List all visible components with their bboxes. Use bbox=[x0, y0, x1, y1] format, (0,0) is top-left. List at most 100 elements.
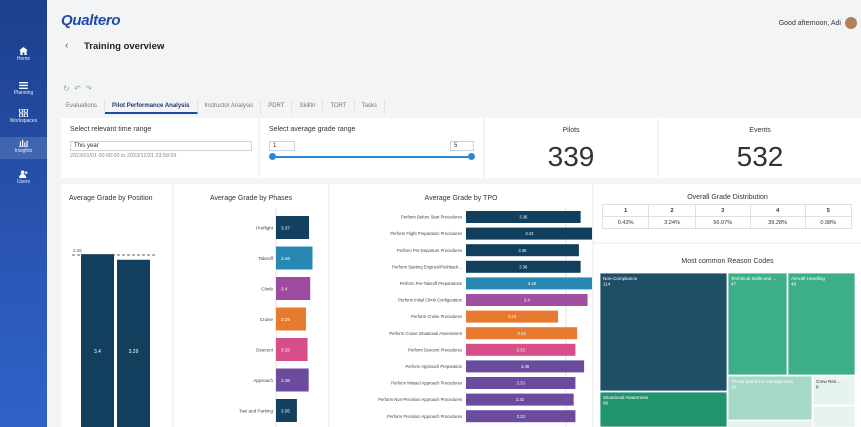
grade-header-cell: 2 bbox=[648, 204, 696, 217]
phase-value-label: 3.33 bbox=[281, 347, 290, 352]
grade-max-input[interactable]: 5 bbox=[450, 141, 474, 151]
grade-header-cell: 4 bbox=[749, 204, 806, 217]
page-title[interactable]: Training overview bbox=[84, 41, 164, 52]
position-chart-card: Average Grade by Position 3.36 3.4 3.29 bbox=[61, 184, 172, 427]
tpo-value-label: 3.36 bbox=[519, 215, 528, 220]
events-value: 532 bbox=[736, 141, 784, 172]
tpo-value-label: 3.33 bbox=[517, 414, 526, 419]
tab-pdrt[interactable]: PDRT bbox=[261, 100, 293, 114]
grade-range-title: Select average grade range bbox=[269, 126, 356, 133]
tpo-value-label: 3.43 bbox=[525, 231, 534, 236]
phase-label: Preflight bbox=[256, 225, 274, 230]
grade-percent-cell: 39.28% bbox=[749, 216, 806, 229]
tpo-label: Perform Cruise Procedures bbox=[411, 314, 462, 319]
tab-pilot-performance-analysis[interactable]: Pilot Performance Analysis bbox=[105, 100, 198, 114]
reason-tile-label: Crew Res... bbox=[816, 379, 840, 384]
tpo-chart: Perform Before Start Procedures 3.36 Perfo… bbox=[378, 208, 592, 427]
time-range-select[interactable]: This year bbox=[70, 141, 252, 151]
sidebar-item-users[interactable]: Users bbox=[0, 170, 47, 190]
tab-bar: Evaluations Pilot Performance Analysis I… bbox=[59, 100, 385, 114]
reason-tile-count: 45 bbox=[791, 282, 797, 287]
phase-value-label: 3.36 bbox=[281, 378, 290, 383]
grade-slider-min-handle[interactable] bbox=[269, 153, 276, 160]
grade-header-cell: 5 bbox=[804, 204, 853, 217]
phase-label: Taxi and Parking bbox=[239, 408, 273, 413]
grade-distribution-table: 1 2 3 4 5 0.43% 3.24% 56.07% 39.28% 0.98… bbox=[601, 204, 853, 229]
reason-tile-count: 114 bbox=[603, 282, 611, 287]
reason-tile-label: Situational Awareness bbox=[603, 395, 649, 400]
sidebar: Home Planning Workspaces Insights Users bbox=[0, 0, 47, 427]
reason-tile-label: Aircraft Handling bbox=[791, 276, 825, 281]
reason-tile bbox=[727, 272, 788, 376]
home-icon bbox=[19, 47, 28, 55]
tpo-label: Perform Flight Preparation Procedures bbox=[390, 231, 462, 236]
sidebar-item-workspaces[interactable]: Workspaces bbox=[0, 109, 47, 129]
tpo-label: Perform Initial Climb Configuration bbox=[398, 298, 462, 303]
reason-codes-treemap: Non-Compliance114 Technical Skills and ..… bbox=[599, 272, 856, 427]
grade-range-card: Select average grade range 1 5 bbox=[260, 118, 483, 178]
tab-instructor-analysis[interactable]: Instructor Analysis bbox=[198, 100, 262, 114]
chevron-down-icon[interactable]: ⌄ bbox=[160, 42, 166, 50]
reason-tile-label: Technical Skills and ... bbox=[731, 276, 776, 281]
position-chart: 3.36 3.4 3.29 bbox=[72, 248, 156, 427]
reason-tile-count: 25 bbox=[731, 385, 737, 390]
position-bar bbox=[81, 254, 114, 427]
sidebar-item-home[interactable]: Home bbox=[0, 47, 47, 69]
refresh-icon[interactable]: ↻ bbox=[63, 84, 70, 93]
reason-tile-extra bbox=[728, 421, 812, 427]
phase-value-label: 3.4 bbox=[281, 286, 288, 291]
reason-tile-extra bbox=[812, 405, 856, 427]
grade-min-input[interactable]: 1 bbox=[269, 141, 295, 151]
reason-tile bbox=[787, 272, 856, 376]
sidebar-item-planning[interactable]: Planning bbox=[0, 82, 47, 102]
tpo-label: Perform Descent Procedures bbox=[408, 347, 462, 352]
tpo-value-label: 3.35 bbox=[518, 248, 527, 253]
tpo-label: Perform Pre-Takeoff Preparations bbox=[400, 281, 462, 286]
tpo-value-label: 3.33 bbox=[517, 381, 526, 386]
grade-slider-track[interactable] bbox=[272, 156, 472, 158]
tpo-value-label: 3.34 bbox=[518, 331, 527, 336]
grade-slider-max-handle[interactable] bbox=[468, 153, 475, 160]
phase-label: Takeoff bbox=[258, 256, 273, 261]
back-button[interactable]: ‹ bbox=[65, 40, 68, 51]
time-range-card: Select relevant time range This year 202… bbox=[61, 118, 258, 178]
users-icon bbox=[19, 170, 28, 178]
position-bar-label: 3.29 bbox=[129, 349, 139, 355]
sidebar-label: Home bbox=[16, 56, 31, 62]
sidebar-label: Insights bbox=[14, 148, 33, 154]
reason-tile-count: 47 bbox=[731, 282, 737, 287]
reason-tile-count: 66 bbox=[603, 401, 609, 406]
phase-value-label: 3.29 bbox=[281, 317, 290, 322]
grade-percent-cell: 0.43% bbox=[601, 216, 650, 229]
grade-header-cell: 1 bbox=[601, 204, 650, 217]
grade-percent-cell: 0.98% bbox=[804, 216, 853, 229]
time-range-title: Select relevant time range bbox=[70, 126, 152, 133]
tpo-value-label: 3.46 bbox=[528, 281, 537, 286]
tpo-label: Perform Approach Preparation bbox=[405, 364, 462, 369]
grid-icon bbox=[19, 109, 28, 117]
grade-distribution-title: Overall Grade Distribution bbox=[687, 194, 768, 201]
tpo-chart-card: Average Grade by TPO Perform Before Star… bbox=[330, 184, 592, 427]
reason-tile-label: Threat and Error Management bbox=[731, 379, 794, 384]
avatar[interactable] bbox=[845, 17, 857, 29]
tab-evaluations[interactable]: Evaluations bbox=[59, 100, 106, 114]
phase-value-label: 3.37 bbox=[281, 225, 290, 230]
tpo-label: Perform Before Start Procedures bbox=[401, 215, 462, 220]
phase-value-label: 3.46 bbox=[281, 256, 290, 261]
redo-icon[interactable]: ↷ bbox=[85, 84, 92, 93]
sidebar-item-insights[interactable]: Insights bbox=[0, 137, 47, 159]
tab-tort[interactable]: TORT bbox=[323, 100, 355, 114]
grade-percent-cell: 56.07% bbox=[694, 216, 751, 229]
undo-icon[interactable]: ↶ bbox=[74, 84, 81, 93]
tpo-value-label: 3.4 bbox=[524, 298, 530, 303]
reason-tile-label: Non-Compliance bbox=[603, 276, 638, 281]
phase-value-label: 3.05 bbox=[281, 408, 290, 413]
tpo-value-label: 3.33 bbox=[517, 347, 526, 352]
table-row: 1 2 3 4 5 bbox=[601, 204, 853, 217]
grade-header-cell: 3 bbox=[694, 204, 751, 217]
events-label: Events bbox=[749, 127, 771, 134]
phase-label: Descent bbox=[256, 347, 274, 352]
tab-skilltri[interactable]: Skilltri bbox=[292, 100, 324, 114]
tab-tasks[interactable]: Tasks bbox=[355, 100, 385, 114]
phase-label: Climb bbox=[261, 286, 273, 291]
